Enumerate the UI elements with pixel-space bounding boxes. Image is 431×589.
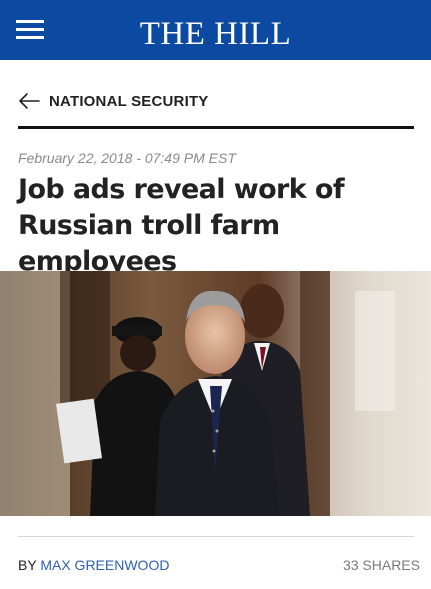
article-photo-image — [0, 271, 431, 516]
article-photo — [0, 271, 431, 516]
top-bar: THE HILL — [0, 0, 431, 60]
article-timestamp: February 22, 2018 - 07:49 PM EST — [18, 150, 236, 166]
section-back-link[interactable]: NATIONAL SECURITY — [18, 84, 414, 129]
section-label: NATIONAL SECURITY — [49, 93, 209, 110]
byline-prefix: BY — [18, 557, 37, 573]
hamburger-menu-icon[interactable] — [16, 18, 46, 42]
byline: BY MAX GREENWOOD — [18, 557, 169, 573]
author-link[interactable]: MAX GREENWOOD — [40, 557, 169, 573]
article-headline: Job ads reveal work of Russian troll far… — [18, 174, 345, 277]
divider — [18, 536, 414, 537]
share-count[interactable]: 33 SHARES — [343, 557, 420, 573]
arrow-left-icon — [19, 93, 40, 109]
site-logo[interactable]: THE HILL — [0, 0, 431, 60]
